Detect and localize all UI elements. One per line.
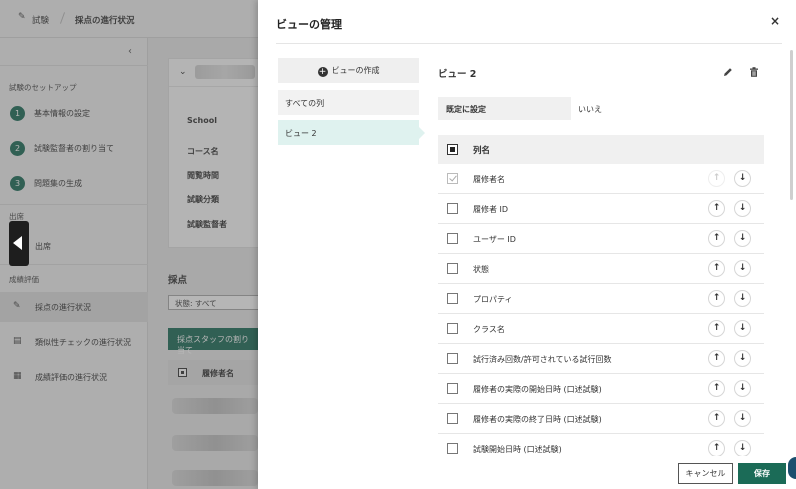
- move-up-button[interactable]: ↑: [708, 440, 725, 456]
- move-down-button[interactable]: ↓: [734, 410, 751, 427]
- move-down-button[interactable]: ↓: [734, 260, 751, 277]
- move-up-button[interactable]: ↑: [708, 350, 725, 367]
- trash-icon[interactable]: [748, 66, 760, 78]
- column-row: プロパティ ↑ ↓: [438, 284, 764, 314]
- create-view-label: ビューの作成: [331, 66, 380, 75]
- view-item-all-columns[interactable]: すべての列: [278, 90, 419, 115]
- expand-panel-handle[interactable]: [9, 221, 29, 266]
- column-checkbox[interactable]: [447, 293, 458, 304]
- column-checkbox[interactable]: [447, 443, 458, 454]
- create-view-button[interactable]: + ビューの作成: [278, 58, 419, 83]
- move-down-button[interactable]: ↓: [734, 230, 751, 247]
- move-up-button: ↑: [708, 170, 725, 187]
- column-row: 試行済み回数/許可されている試行回数 ↑ ↓: [438, 344, 764, 374]
- columns-table-header: 列名: [438, 135, 764, 164]
- triangle-left-icon: [13, 236, 22, 250]
- move-up-button[interactable]: ↑: [708, 290, 725, 307]
- set-default-value[interactable]: いいえ: [578, 104, 602, 115]
- move-up-button[interactable]: ↑: [708, 230, 725, 247]
- save-button[interactable]: 保存: [738, 463, 786, 484]
- columns-table: 列名 履修者名 ↑ ↓ 履修者 ID ↑ ↓ ユーザー ID ↑ ↓ 状態 ↑ …: [438, 135, 764, 456]
- column-row: 履修者の実際の終了日時 (口述試験) ↑ ↓: [438, 404, 764, 434]
- cancel-button[interactable]: キャンセル: [678, 463, 733, 484]
- column-label: 試験開始日時 (口述試験): [473, 445, 562, 454]
- select-all-columns-checkbox[interactable]: [447, 144, 458, 155]
- column-label: ユーザー ID: [473, 235, 516, 244]
- column-checkbox[interactable]: [447, 353, 458, 364]
- view-item-view-2[interactable]: ビュー 2: [278, 120, 425, 145]
- column-label: 試行済み回数/許可されている試行回数: [473, 355, 612, 364]
- set-default-label: 既定に設定: [438, 97, 571, 120]
- column-checkbox: [447, 173, 458, 184]
- column-row: 状態 ↑ ↓: [438, 254, 764, 284]
- column-name-header: 列名: [473, 146, 491, 156]
- column-label: 状態: [473, 265, 489, 274]
- move-down-button[interactable]: ↓: [734, 170, 751, 187]
- column-row: 履修者 ID ↑ ↓: [438, 194, 764, 224]
- column-label: 履修者 ID: [473, 205, 509, 214]
- move-up-button[interactable]: ↑: [708, 320, 725, 337]
- column-label: 履修者の実際の開始日時 (口述試験): [473, 385, 602, 394]
- move-down-button[interactable]: ↓: [734, 200, 751, 217]
- column-label: クラス名: [473, 325, 505, 334]
- column-label: 履修者の実際の終了日時 (口述試験): [473, 415, 602, 424]
- move-up-button[interactable]: ↑: [708, 200, 725, 217]
- column-checkbox[interactable]: [447, 323, 458, 334]
- move-down-button[interactable]: ↓: [734, 320, 751, 337]
- column-checkbox[interactable]: [447, 203, 458, 214]
- column-checkbox[interactable]: [447, 383, 458, 394]
- column-row: 履修者名 ↑ ↓: [438, 164, 764, 194]
- column-checkbox[interactable]: [447, 233, 458, 244]
- move-up-button[interactable]: ↑: [708, 410, 725, 427]
- move-down-button[interactable]: ↓: [734, 350, 751, 367]
- dialog-scrollbar[interactable]: [788, 50, 794, 230]
- move-down-button[interactable]: ↓: [734, 290, 751, 307]
- column-row: 履修者の実際の開始日時 (口述試験) ↑ ↓: [438, 374, 764, 404]
- pencil-icon[interactable]: [722, 66, 734, 78]
- move-down-button[interactable]: ↓: [734, 380, 751, 397]
- column-row: ユーザー ID ↑ ↓: [438, 224, 764, 254]
- divider: [276, 43, 782, 44]
- column-row: クラス名 ↑ ↓: [438, 314, 764, 344]
- column-checkbox[interactable]: [447, 263, 458, 274]
- dialog-title: ビューの管理: [276, 18, 342, 31]
- plus-circle-icon: +: [317, 67, 328, 77]
- move-up-button[interactable]: ↑: [708, 260, 725, 277]
- move-down-button[interactable]: ↓: [734, 440, 751, 456]
- selected-view-name: ビュー 2: [438, 69, 477, 80]
- move-up-button[interactable]: ↑: [708, 380, 725, 397]
- close-icon[interactable]: ×: [770, 14, 780, 28]
- column-label: 履修者名: [473, 175, 505, 184]
- column-checkbox[interactable]: [447, 413, 458, 424]
- column-label: プロパティ: [473, 295, 513, 304]
- help-widget[interactable]: [788, 457, 796, 479]
- manage-views-dialog: ビューの管理 × + ビューの作成 すべての列 ビュー 2 ビュー 2 既定に設定…: [258, 0, 796, 489]
- scrollbar-thumb[interactable]: [790, 50, 793, 200]
- column-row: 試験開始日時 (口述試験) ↑ ↓: [438, 434, 764, 456]
